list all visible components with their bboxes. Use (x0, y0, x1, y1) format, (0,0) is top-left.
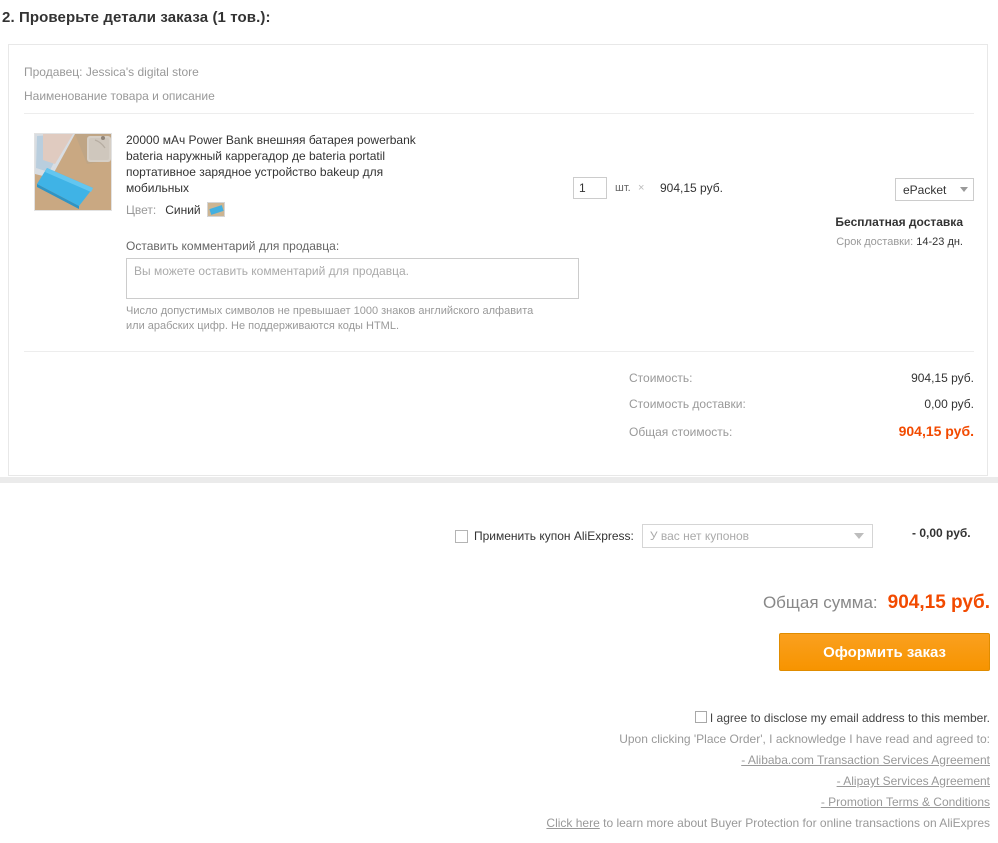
multiply-icon: × (638, 182, 645, 194)
delivery-time-label: Срок доставки: (836, 236, 914, 248)
order-total-value: 904,15 руб. (898, 423, 974, 439)
product-title[interactable]: 20000 мАч Power Bank внешняя батарея pow… (126, 132, 446, 196)
quantity-input[interactable] (573, 177, 607, 199)
footer-legal: I agree to disclose my email address to … (390, 708, 990, 834)
quantity-unit: шт. (615, 182, 631, 194)
subtotal-label: Стоимость: (629, 371, 693, 385)
delivery-time-value: 14-23 дн. (916, 236, 963, 248)
coupon-select-value: У вас нет купонов (649, 529, 750, 543)
color-swatch-icon (206, 202, 225, 217)
email-agreement-row: I agree to disclose my email address to … (390, 708, 990, 729)
acknowledge-text: Upon clicking 'Place Order', I acknowled… (619, 732, 990, 746)
shipping-cost-value: 0,00 руб. (924, 397, 974, 411)
free-shipping-label: Бесплатная доставка (835, 215, 963, 229)
totals-divider (24, 351, 974, 352)
email-agreement-checkbox[interactable] (694, 711, 707, 723)
grand-total-value: 904,15 руб. (887, 592, 990, 613)
apply-coupon-checkbox[interactable] (455, 529, 468, 543)
color-value: Синий (165, 202, 201, 217)
product-thumbnail[interactable] (34, 133, 112, 211)
coupon-select[interactable]: У вас нет купонов (641, 524, 873, 548)
comment-note: Число допустимых символов не превышает 1… (126, 305, 534, 332)
shipping-cost-label: Стоимость доставки: (629, 397, 746, 411)
chevron-down-icon (853, 533, 864, 539)
comment-label: Оставить комментарий для продавца: (126, 239, 340, 253)
apply-coupon-label: Применить купон AliExpress: (474, 529, 634, 543)
order-details-card: Продавец: Jessica's digital store Наимен… (8, 44, 988, 476)
buyer-protection-row: Click here to learn more about Buyer Pro… (390, 813, 990, 834)
seller-name: Продавец: Jessica's digital store (24, 65, 199, 79)
email-agreement-label: I agree to disclose my email address to … (709, 711, 990, 725)
link-transaction-services-agreement[interactable]: - Alibaba.com Transaction Services Agree… (741, 753, 990, 767)
link-click-here[interactable]: Click here (546, 816, 599, 830)
power-bank-image (35, 134, 111, 210)
column-header-product: Наименование товара и описание (24, 89, 215, 103)
footer-link-row: - Promotion Terms & Conditions (390, 792, 990, 813)
shipping-method-value: ePacket (903, 182, 947, 197)
total-row-shipping: Стоимость доставки: 0,00 руб. (629, 397, 974, 411)
total-row-subtotal: Стоимость: 904,15 руб. (629, 371, 974, 385)
place-order-button[interactable]: Оформить заказ (779, 633, 990, 671)
coupon-row: Применить купон AliExpress: У вас нет ку… (455, 524, 873, 548)
subtotal-value: 904,15 руб. (911, 371, 974, 385)
header-divider (24, 113, 974, 114)
page-title: 2. Проверьте детали заказа (1 тов.): (2, 9, 271, 26)
seller-comment-input[interactable] (126, 258, 579, 299)
order-total-label: Общая стоимость: (629, 425, 733, 439)
color-label: Цвет: (126, 202, 157, 217)
buyer-protection-text: to learn more about Buyer Protection for… (599, 816, 990, 830)
footer-link-row: - Alibaba.com Transaction Services Agree… (390, 750, 990, 771)
shipping-method-select[interactable]: ePacket (895, 178, 974, 201)
chevron-down-icon (960, 187, 968, 192)
delivery-time: Срок доставки: 14-23 дн. (836, 236, 963, 248)
product-color-row: Цвет: Синий (126, 202, 225, 217)
total-row-grand: Общая стоимость: 904,15 руб. (629, 423, 974, 439)
link-alipay-services-agreement[interactable]: - Alipayt Services Agreement (837, 774, 990, 788)
card-bottom-strip (0, 477, 998, 483)
unit-price: 904,15 руб. (660, 181, 723, 195)
grand-total: Общая сумма: 904,15 руб. (763, 592, 990, 614)
footer-link-row: - Alipayt Services Agreement (390, 771, 990, 792)
order-totals: Стоимость: 904,15 руб. Стоимость доставк… (629, 371, 974, 451)
link-promotion-terms[interactable]: - Promotion Terms & Conditions (821, 795, 990, 809)
grand-total-label: Общая сумма: (762, 593, 878, 612)
coupon-discount-amount: - 0,00 руб. (912, 526, 971, 540)
